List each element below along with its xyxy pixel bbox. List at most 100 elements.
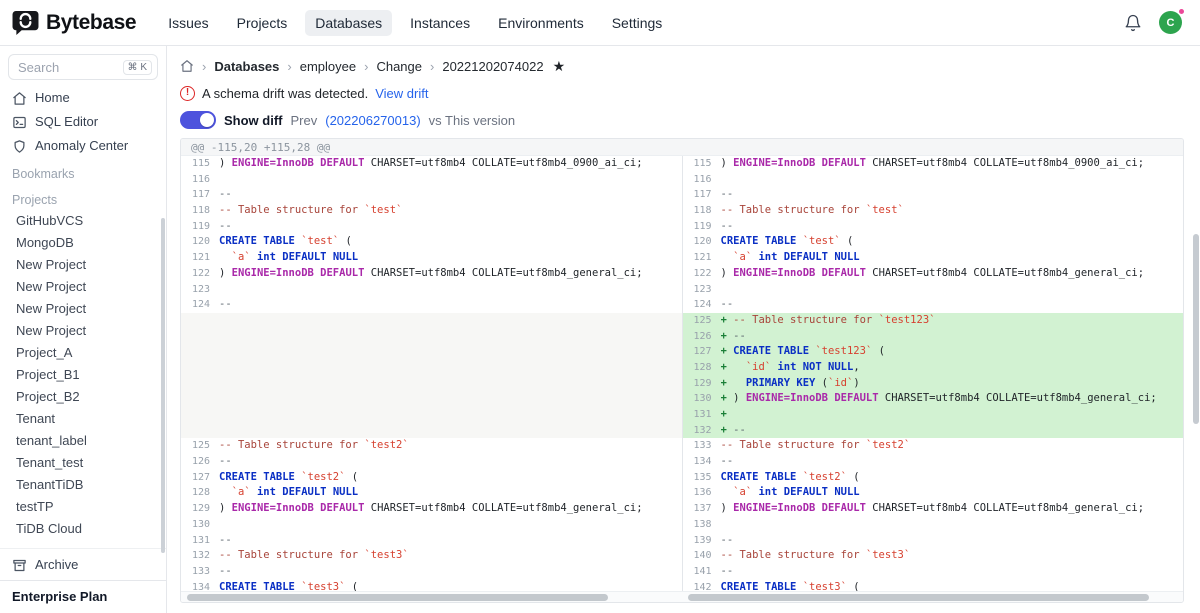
line-code: -- (721, 533, 1184, 549)
line-number: 129 (683, 376, 721, 392)
breadcrumb-item[interactable]: 20221202074022 (442, 59, 543, 74)
line-code: -- (721, 219, 1184, 235)
notification-dot (1178, 8, 1185, 15)
view-drift-link[interactable]: View drift (375, 86, 428, 101)
line-number (181, 407, 219, 423)
line-code: -- (219, 454, 682, 470)
diff-line: 133-- Table structure for `test2` (683, 438, 1184, 454)
line-number: 136 (683, 485, 721, 501)
nav-item-instances[interactable]: Instances (400, 10, 480, 36)
nav-item-databases[interactable]: Databases (305, 10, 392, 36)
sidebar-project-item[interactable]: Project_A (0, 342, 166, 364)
sidebar-project-item[interactable]: New Project (0, 320, 166, 342)
diff-line: 141-- (683, 564, 1184, 580)
nav-item-projects[interactable]: Projects (227, 10, 298, 36)
sidebar-project-item[interactable]: New Project (0, 298, 166, 320)
notifications-bell-icon[interactable] (1124, 14, 1142, 32)
line-number: 128 (683, 360, 721, 376)
prev-version-link[interactable]: (202206270013) (325, 113, 420, 128)
sidebar-project-item[interactable]: New Project (0, 276, 166, 298)
line-number: 129 (181, 501, 219, 517)
sidebar-item-sql-editor[interactable]: SQL Editor (0, 110, 166, 134)
sidebar-project-item[interactable]: TiDB Cloud (0, 518, 166, 540)
line-code: -- (219, 187, 682, 203)
line-number: 118 (181, 203, 219, 219)
line-code: `a` int DEFAULT NULL (219, 485, 682, 501)
line-code: ) ENGINE=InnoDB DEFAULT CHARSET=utf8mb4 … (219, 156, 682, 172)
line-number: 134 (181, 580, 219, 591)
section-bookmarks[interactable]: Bookmarks (0, 158, 166, 184)
breadcrumb-item[interactable]: Change (376, 59, 422, 74)
diff-horizontal-scrollbar[interactable] (181, 591, 1183, 602)
line-code (219, 391, 682, 407)
line-number: 142 (683, 580, 721, 591)
page-scrollbar[interactable] (1191, 46, 1200, 613)
line-code: -- (219, 297, 682, 313)
alert-text: A schema drift was detected. (202, 86, 368, 101)
brand-name: Bytebase (46, 11, 136, 35)
diff-line: 128 `a` int DEFAULT NULL (181, 485, 682, 501)
line-code: + -- (721, 329, 1184, 345)
line-code (219, 407, 682, 423)
sidebar-project-item[interactable]: Tenant_test (0, 452, 166, 474)
plan-badge: Enterprise Plan (0, 580, 166, 613)
sidebar-project-item[interactable]: GitHubVCS (0, 210, 166, 232)
nav-item-environments[interactable]: Environments (488, 10, 594, 36)
home-icon[interactable] (180, 59, 194, 73)
sql-editor-icon (12, 115, 27, 130)
sidebar-scrollbar[interactable] (161, 218, 165, 553)
diff-line: 139-- (683, 533, 1184, 549)
diff-line: 121 `a` int DEFAULT NULL (683, 250, 1184, 266)
avatar[interactable]: C (1159, 11, 1182, 34)
diff-line (181, 344, 682, 360)
sidebar-project-item[interactable]: tenant_label (0, 430, 166, 452)
bytebase-logo-icon (12, 10, 39, 35)
breadcrumb-items: Databases›employee›Change›20221202074022 (214, 59, 543, 74)
line-code: -- Table structure for `test3` (721, 548, 1184, 564)
brand[interactable]: Bytebase (12, 10, 136, 35)
breadcrumb-item[interactable]: Databases (214, 59, 279, 74)
line-number: 126 (683, 329, 721, 345)
sidebar-project-item[interactable]: Project_B2 (0, 386, 166, 408)
sidebar-project-item[interactable]: MongoDB (0, 232, 166, 254)
sidebar-project-item[interactable]: Tenant (0, 408, 166, 430)
line-number: 130 (683, 391, 721, 407)
right-scroll-thumb[interactable] (688, 594, 1149, 601)
sidebar-item-archive[interactable]: Archive (0, 553, 166, 577)
line-code: + -- (721, 423, 1184, 439)
search-box[interactable]: ⌘ K (8, 54, 158, 80)
search-input[interactable] (16, 59, 123, 76)
line-number: 137 (683, 501, 721, 517)
show-diff-toggle[interactable] (180, 111, 216, 129)
bookmark-star-icon[interactable]: ★ (553, 59, 566, 73)
sidebar-item-home[interactable]: Home (0, 86, 166, 110)
diff-line: 129) ENGINE=InnoDB DEFAULT CHARSET=utf8m… (181, 501, 682, 517)
line-number: 122 (683, 266, 721, 282)
line-code (219, 423, 682, 439)
sidebar-project-item[interactable]: testTP (0, 496, 166, 518)
sidebar-project-item[interactable]: Project_B1 (0, 364, 166, 386)
sidebar-project-item[interactable]: TenantTiDB (0, 474, 166, 496)
left-scroll-track[interactable] (181, 592, 682, 602)
vs-label: vs This version (429, 113, 515, 128)
diff-line: 135CREATE TABLE `test2` ( (683, 470, 1184, 486)
page-scroll-thumb[interactable] (1193, 234, 1199, 424)
sidebar-project-item[interactable]: New Project (0, 254, 166, 276)
sidebar-item-anomaly-center[interactable]: Anomaly Center (0, 134, 166, 158)
nav-item-issues[interactable]: Issues (158, 10, 218, 36)
left-scroll-thumb[interactable] (187, 594, 608, 601)
line-code: ) ENGINE=InnoDB DEFAULT CHARSET=utf8mb4 … (219, 266, 682, 282)
breadcrumb-item[interactable]: employee (300, 59, 356, 74)
line-number: 141 (683, 564, 721, 580)
line-number: 125 (181, 438, 219, 454)
line-number: 128 (181, 485, 219, 501)
line-number: 120 (683, 234, 721, 250)
diff-line: 118-- Table structure for `test` (683, 203, 1184, 219)
nav-item-settings[interactable]: Settings (602, 10, 673, 36)
section-projects[interactable]: Projects (0, 184, 166, 210)
right-scroll-track[interactable] (682, 592, 1183, 602)
diff-line: 127+ CREATE TABLE `test123` ( (683, 344, 1184, 360)
breadcrumb-separator: › (202, 59, 206, 74)
line-number: 127 (683, 344, 721, 360)
main-content: › Databases›employee›Change›202212020740… (167, 46, 1200, 613)
